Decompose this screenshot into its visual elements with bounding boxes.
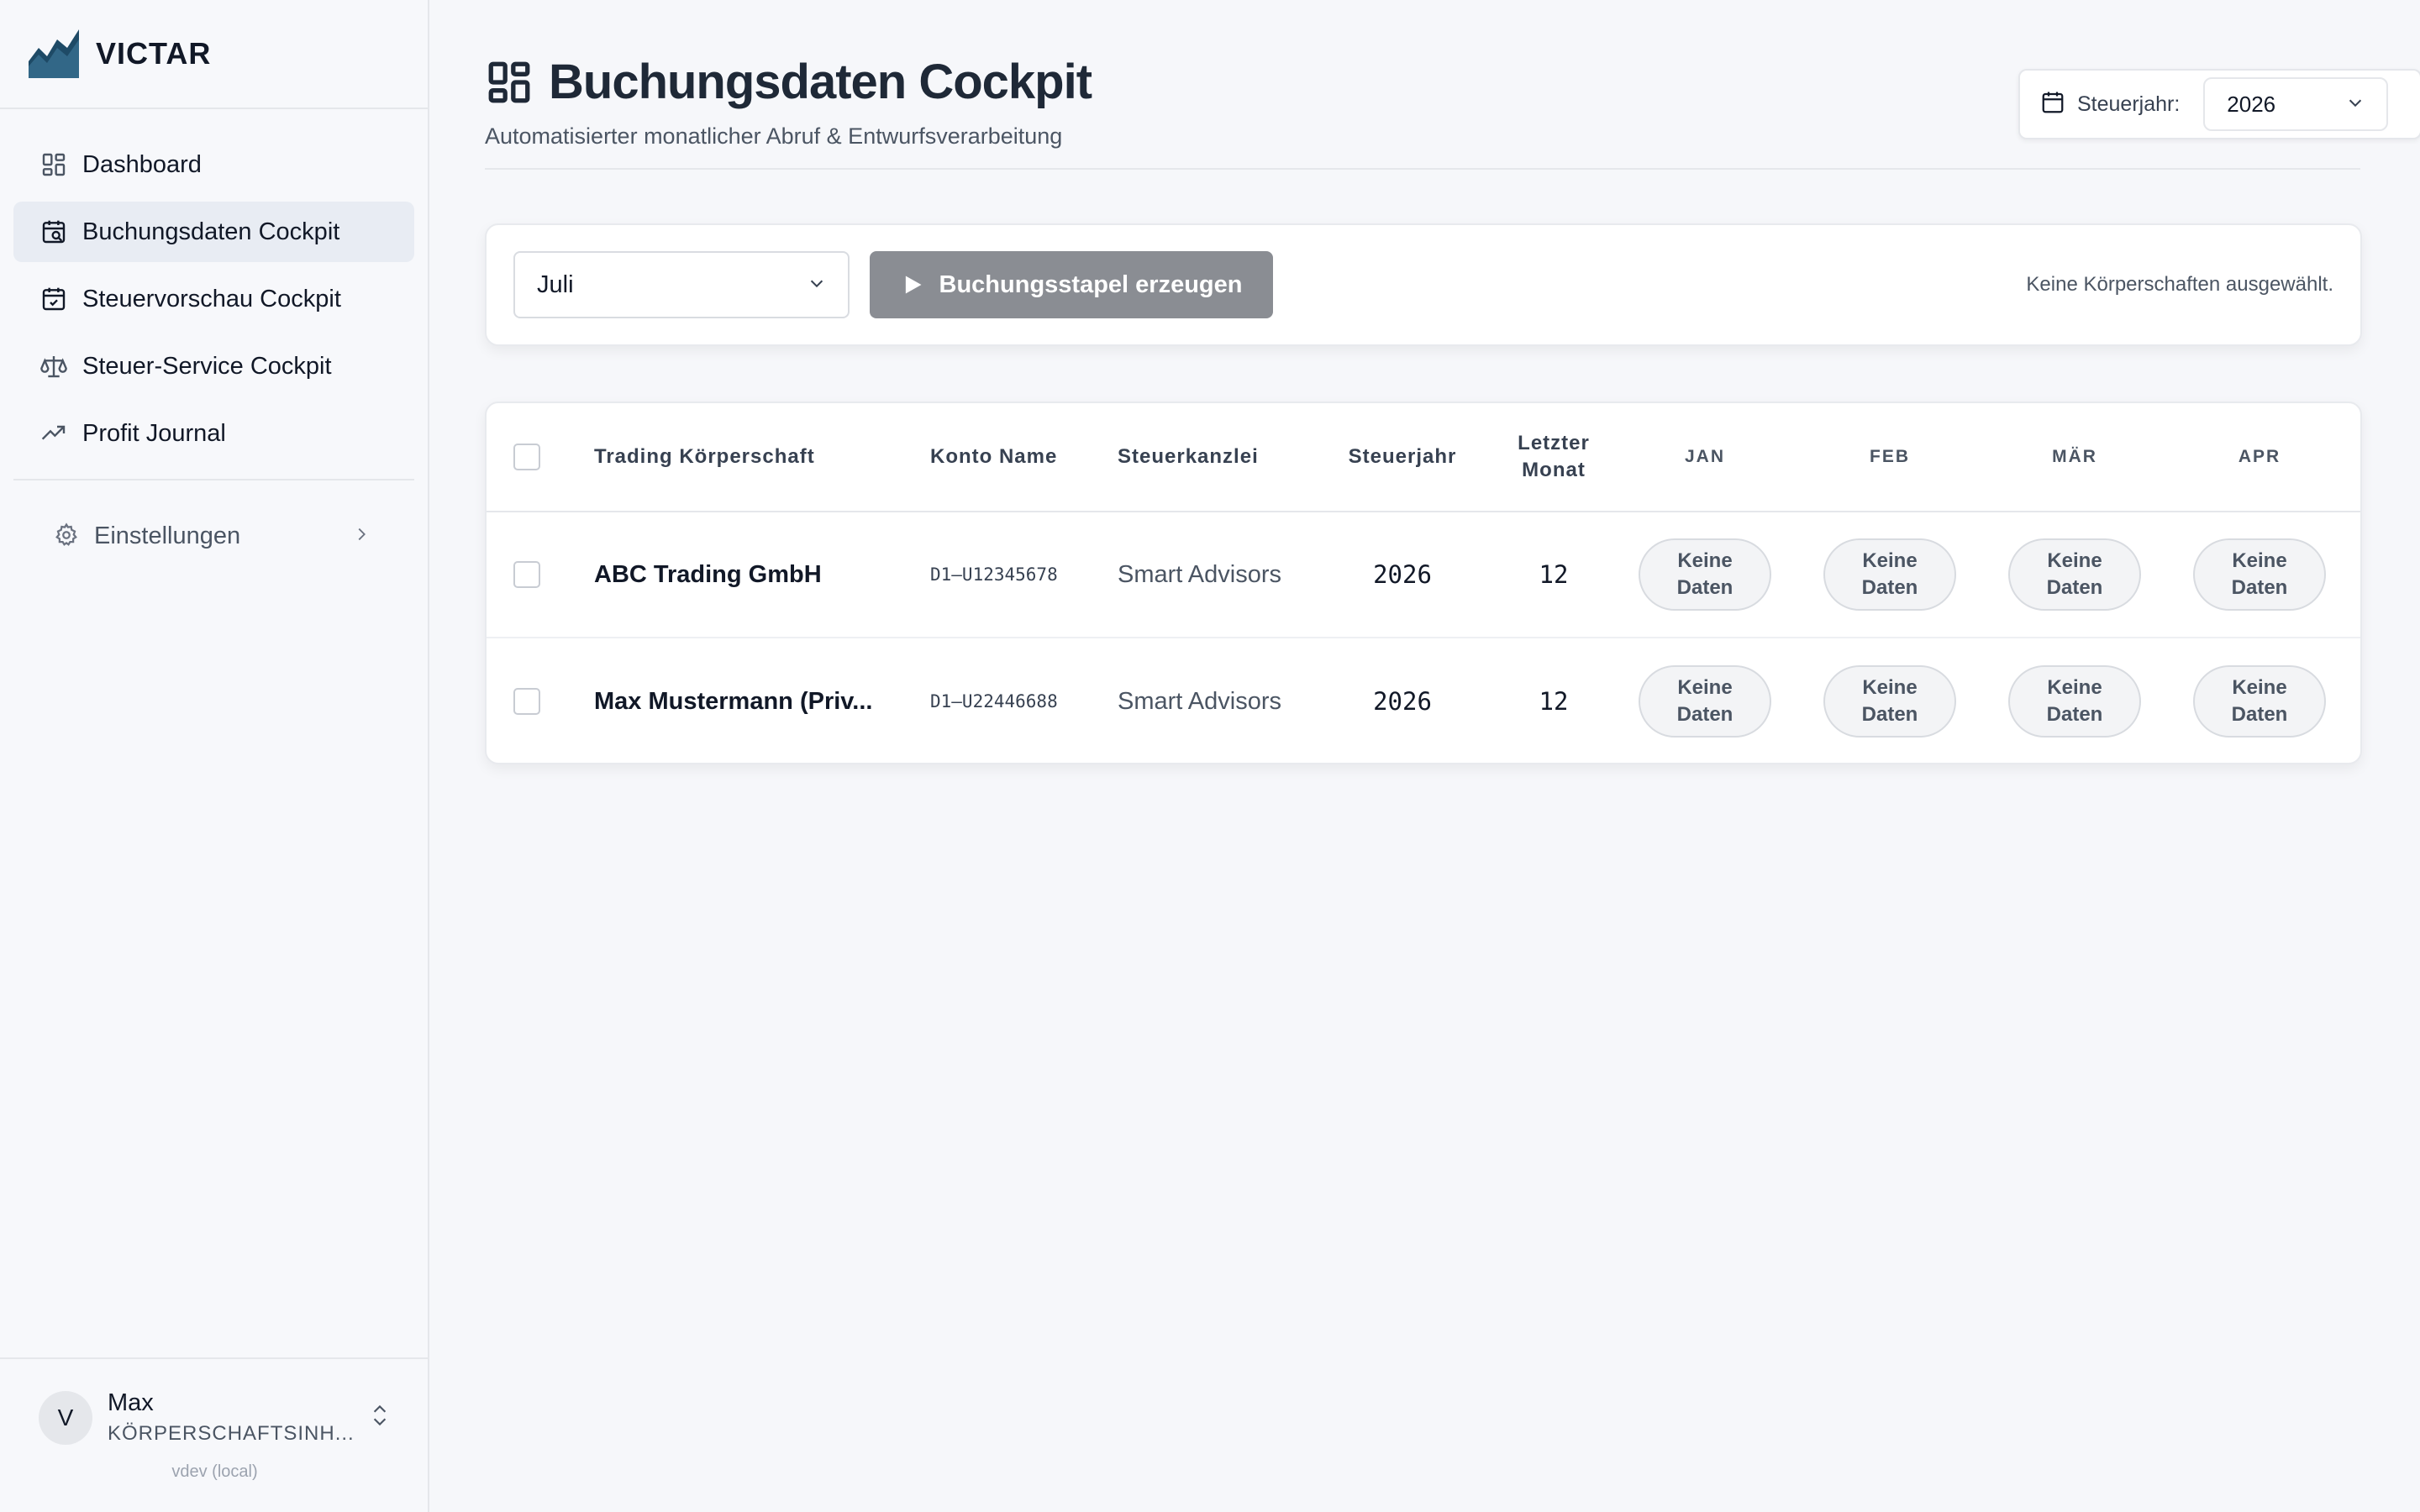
column-header-feb: FEB [1870,447,1910,466]
column-header-last-month-line2: Monat [1522,459,1586,481]
chevron-right-icon [352,522,371,550]
tax-year-filter: Steuerjahr: 2026 [2018,69,2420,139]
last-month: 12 [1539,687,1569,716]
user-switcher[interactable]: V Max KÖRPERSCHAFTSINH... [39,1389,391,1446]
month-status-mar[interactable]: Keine Daten [2008,665,2141,738]
tax-firm: Smart Advisors [1118,687,1281,715]
nav-divider [13,479,414,480]
sidebar-item-label: Buchungsdaten Cockpit [82,218,340,245]
tax-year: 2026 [1373,560,1432,589]
page-header: Buchungsdaten Cockpit Automatisierter mo… [485,54,2420,170]
sidebar-item-label: Steuer-Service Cockpit [82,352,332,380]
tax-firm: Smart Advisors [1118,560,1281,588]
table-row[interactable]: ABC Trading GmbH D1–U12345678 Smart Advi… [487,512,2360,638]
sidebar-item-buchungsdaten[interactable]: Buchungsdaten Cockpit [13,202,414,262]
column-header-last-month[interactable]: Letzter Monat [1486,403,1621,511]
brand[interactable]: VICTAR [0,0,428,109]
user-role: KÖRPERSCHAFTSINH... [108,1422,355,1445]
sidebar-item-profit-journal[interactable]: Profit Journal [13,403,414,464]
tax-year: 2026 [1373,687,1432,716]
play-icon [905,276,922,294]
calendar-check-icon [40,286,67,312]
column-header-entity[interactable]: Trading Körperschaft [594,403,815,511]
gear-icon [54,522,81,549]
dashboard-icon [488,61,530,102]
month-status-jan[interactable]: Keine Daten [1639,538,1771,611]
generate-batch-button[interactable]: Buchungsstapel erzeugen [870,251,1273,318]
settings-label: Einstellungen [94,522,241,549]
toolbar: Juli Buchungsstapel erzeugen Keine Körpe… [485,223,2362,346]
calendar-search-icon [40,218,67,245]
account-name: D1–U12345678 [930,564,1058,585]
avatar: V [39,1390,92,1445]
sidebar-item-label: Steuervorschau Cockpit [82,285,341,312]
last-month: 12 [1539,560,1569,589]
sidebar-item-label: Dashboard [82,150,202,178]
sidebar-item-dashboard[interactable]: Dashboard [13,134,414,195]
column-header-account[interactable]: Konto Name [930,403,1057,511]
chevron-down-icon [2346,92,2365,118]
version-label: vdev (local) [171,1462,258,1481]
row-checkbox[interactable] [513,688,540,715]
month-status-mar[interactable]: Keine Daten [2008,538,2141,611]
entity-name: ABC Trading GmbH [594,560,822,588]
column-header-last-month-line1: Letzter [1518,432,1590,454]
month-value: Juli [537,270,574,298]
dashboard-icon [40,151,67,178]
chevron-up-down-icon [369,1402,391,1433]
month-select[interactable]: Juli [513,251,850,318]
column-header-mar: MÄR [2052,447,2097,466]
selection-status: Keine Körperschaften ausgewählt. [2026,273,2333,296]
column-header-jan: JAN [1684,447,1725,466]
row-checkbox[interactable] [513,561,540,588]
entity-name: Max Mustermann (Priv... [594,687,873,715]
tax-year-select[interactable]: 2026 [2203,77,2389,131]
tax-year-value: 2026 [2227,91,2276,117]
month-status-apr[interactable]: Keine Daten [2193,665,2326,738]
brand-name: VICTAR [96,36,212,71]
select-all-checkbox[interactable] [513,444,540,470]
sidebar-item-steuervorschau[interactable]: Steuervorschau Cockpit [13,269,414,329]
main-content: Buchungsdaten Cockpit Automatisierter mo… [431,0,2420,1512]
tax-year-label: Steuerjahr: [2077,92,2181,116]
generate-batch-label: Buchungsstapel erzeugen [939,270,1243,298]
victar-logo-icon [29,29,79,78]
table-row[interactable]: Max Mustermann (Priv... D1–U22446688 Sma… [487,638,2360,763]
month-status-apr[interactable]: Keine Daten [2193,538,2326,611]
sidebar-nav: Dashboard Buchungsdaten Cockpit Steuervo… [0,109,428,570]
user-menu: V Max KÖRPERSCHAFTSINH... vdev (local) [0,1357,428,1512]
sidebar: VICTAR Dashboard Buchungsdaten Cockpit S… [0,0,429,1512]
trending-up-icon [40,420,67,447]
column-header-firm[interactable]: Steuerkanzlei [1118,403,1259,511]
sidebar-item-steuer-service[interactable]: Steuer-Service Cockpit [13,336,414,396]
month-status-jan[interactable]: Keine Daten [1639,665,1771,738]
calendar-icon [2040,90,2065,119]
table-header: Trading Körperschaft Konto Name Steuerka… [487,403,2360,512]
user-name: Max [108,1389,154,1416]
column-header-year[interactable]: Steuerjahr [1335,403,1470,511]
account-name: D1–U22446688 [930,691,1058,711]
scale-icon [40,353,67,380]
chevron-down-icon [808,271,826,299]
month-status-feb[interactable]: Keine Daten [1823,538,1956,611]
column-header-apr: APR [2238,447,2281,466]
sidebar-item-settings[interactable]: Einstellungen [13,502,414,570]
entities-table: Trading Körperschaft Konto Name Steuerka… [485,402,2362,764]
sidebar-item-label: Profit Journal [82,419,226,447]
month-status-feb[interactable]: Keine Daten [1823,665,1956,738]
page-title: Buchungsdaten Cockpit [549,55,1092,109]
